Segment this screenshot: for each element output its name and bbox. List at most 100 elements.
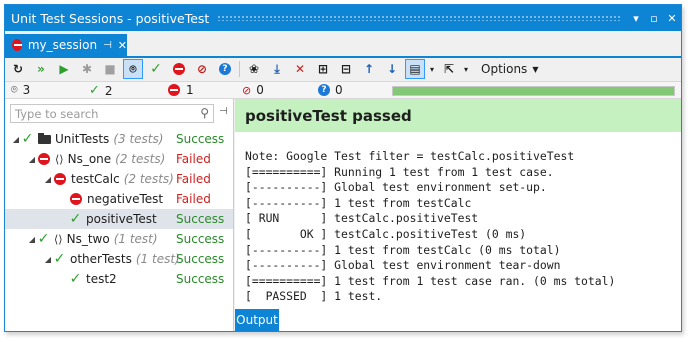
summary-failed[interactable]: 1: [167, 83, 194, 97]
tree-row-negativetest[interactable]: negativeTest Failed: [5, 189, 233, 209]
test-detail-pane: positiveTest passed Note: Google Test fi…: [235, 99, 681, 331]
previous-icon[interactable]: ↑: [359, 59, 379, 79]
total-tests-icon: ⌾: [11, 83, 18, 96]
group-by-icon[interactable]: ▤: [405, 59, 425, 79]
window-title: Unit Test Sessions - positiveTest: [11, 10, 210, 26]
run-all-icon[interactable]: »: [31, 59, 51, 79]
total-count: 3: [22, 83, 31, 97]
ignored-count: 0: [256, 83, 264, 97]
collapse-icon[interactable]: ◢: [11, 135, 21, 144]
tree-item-count: (1 test): [135, 252, 180, 266]
collapse-icon[interactable]: ◢: [43, 255, 53, 264]
output-line: [ PASSED ] 1 test.: [245, 289, 383, 304]
output-line: [==========] 1 test from 1 test case ran…: [245, 273, 616, 288]
tree-row-test2[interactable]: ✓ test2 Success: [5, 269, 233, 289]
tree-row-ns-two[interactable]: ◢ ✓ ⟨⟩ Ns_two (1 test) Success: [5, 229, 233, 249]
group-by-dropdown-icon[interactable]: ▾: [428, 59, 436, 79]
tree-row-othertests[interactable]: ◢ ✓ otherTests (1 test) Success: [5, 249, 233, 269]
close-window-icon[interactable]: ✕: [663, 12, 681, 25]
unit-test-sessions-window: Unit Test Sessions - positiveTest ▾ ▫ ✕ …: [4, 4, 682, 332]
debug-icon[interactable]: ✱: [77, 59, 97, 79]
tree-item-status: Success: [176, 212, 225, 226]
stop-icon[interactable]: ■: [100, 59, 120, 79]
pin-pane-icon[interactable]: ⊣: [219, 106, 228, 117]
export-icon[interactable]: ⇱: [439, 59, 459, 79]
show-failed-icon[interactable]: [169, 59, 189, 79]
unknown-icon: ?: [318, 84, 330, 96]
tree-row-unittests[interactable]: ◢ ✓ UnitTests (3 tests) Success: [5, 129, 233, 149]
passed-icon: ✓: [89, 83, 100, 98]
passed-icon: ✓: [69, 211, 82, 227]
toolbar: ↻ » ▶ ✱ ■ ⌾ ✓ ⊘ ? ❀ ⤓ ✕ ⊞ ⊟ ↑ ↓ ▤ ▾ ⇱ ▾ …: [5, 58, 681, 80]
result-header: positiveTest passed: [235, 99, 681, 132]
tree-item-name: testCalc: [71, 172, 120, 186]
tree-item-count: (1 test): [113, 232, 158, 246]
tree-item-count: (2 tests): [123, 172, 174, 186]
run-icon[interactable]: ▶: [54, 59, 74, 79]
search-input[interactable]: [11, 105, 181, 122]
progress-bar: [392, 86, 675, 96]
title-bar[interactable]: Unit Test Sessions - positiveTest ▾ ▫ ✕: [5, 5, 681, 31]
collapse-icon[interactable]: ◢: [43, 175, 53, 184]
unknown-count: 0: [335, 83, 343, 97]
failed-icon: [38, 153, 50, 165]
show-passed-icon[interactable]: ✓: [146, 59, 166, 79]
track-running-icon[interactable]: ⌾: [123, 59, 143, 79]
failed-icon: [54, 173, 66, 185]
tree-item-status: Success: [176, 272, 225, 286]
tree-item-status: Failed: [176, 172, 211, 186]
tree-item-status: Success: [176, 132, 225, 146]
tree-item-name: negativeTest: [87, 192, 164, 206]
collapse-icon[interactable]: ◢: [27, 235, 37, 244]
search-icon[interactable]: ⚲: [200, 106, 209, 120]
tree-row-ns-one[interactable]: ◢ ⟨⟩ Ns_one (2 tests) Failed: [5, 149, 233, 169]
export-dropdown-icon[interactable]: ▾: [462, 59, 470, 79]
options-caret-icon: ▼: [532, 64, 539, 74]
failed-count: 1: [186, 83, 194, 97]
expand-all-icon[interactable]: ⊞: [313, 59, 333, 79]
summary-ignored[interactable]: ⊘ 0: [242, 83, 264, 97]
tree-item-name: otherTests: [70, 252, 132, 266]
output-line: [ OK ] testCalc.positiveTest (0 ms): [245, 226, 527, 241]
tree-item-status: Success: [176, 252, 225, 266]
passed-icon: ✓: [37, 231, 50, 247]
passed-icon: ✓: [21, 131, 34, 147]
show-unknown-icon[interactable]: ?: [215, 59, 235, 79]
restore-icon[interactable]: ▫: [645, 12, 663, 25]
window-menu-dropdown-icon[interactable]: ▾: [627, 12, 645, 25]
close-tab-icon[interactable]: ✕: [118, 39, 127, 52]
output-line: Note: Google Test filter = testCalc.posi…: [245, 149, 575, 163]
remove-icon[interactable]: ✕: [290, 59, 310, 79]
tab-output[interactable]: Output: [235, 309, 279, 331]
refresh-icon[interactable]: ↻: [8, 59, 28, 79]
collapse-icon[interactable]: ◢: [27, 155, 37, 164]
output-line: [----------] 1 test from testCalc (0 ms …: [245, 242, 561, 257]
tree-item-name: test2: [86, 272, 117, 286]
options-button[interactable]: Options ▼: [477, 62, 542, 76]
next-icon[interactable]: ↓: [382, 59, 402, 79]
pin-tab-icon[interactable]: ⊣: [103, 40, 112, 51]
session-tab-strip: my_session ⊣ ✕: [5, 31, 681, 58]
output-line: [----------] 1 test from testCalc: [245, 195, 472, 210]
tree-item-count: (2 tests): [115, 152, 166, 166]
summary-total[interactable]: ⌾ 3: [11, 83, 30, 97]
tree-item-name: Ns_one: [67, 152, 112, 166]
results-summary-bar: ⌾ 3 ✓ 2 1 ⊘ 0 ? 0: [5, 81, 681, 99]
tab-my-session[interactable]: my_session ⊣ ✕: [5, 34, 127, 56]
passed-count: 2: [104, 83, 113, 98]
collapse-all-icon[interactable]: ⊟: [336, 59, 356, 79]
tree-row-testcalc[interactable]: ◢ testCalc (2 tests) Failed: [5, 169, 233, 189]
test-output-text: Note: Google Test filter = testCalc.posi…: [245, 149, 677, 305]
output-line: [ RUN ] testCalc.positiveTest: [245, 211, 479, 226]
output-line: [----------] Global test environment tea…: [245, 258, 561, 273]
tree-item-name: Ns_two: [66, 232, 110, 246]
cover-icon[interactable]: ❀: [244, 59, 264, 79]
tree-item-status: Success: [176, 232, 225, 246]
tree-row-positivetest[interactable]: ✓ positiveTest Success: [5, 209, 233, 229]
tab-label: my_session: [27, 38, 98, 52]
toolbar-separator: [239, 61, 240, 77]
import-icon[interactable]: ⤓: [267, 59, 287, 79]
summary-passed[interactable]: ✓ 2: [89, 83, 113, 98]
summary-unknown[interactable]: ? 0: [318, 83, 343, 97]
show-ignored-icon[interactable]: ⊘: [192, 59, 212, 79]
